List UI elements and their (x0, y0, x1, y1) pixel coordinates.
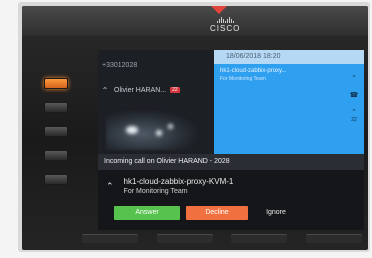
caller-team: For Monitoring Team (123, 188, 188, 195)
softkey-bar: Answer Decline Ignore (98, 202, 364, 230)
notification-icons: ⌃ ☎ ⌃ 22 (348, 74, 360, 132)
notification-title: hk1-cloud-zabbix-proxy... (220, 68, 287, 74)
line-button-4[interactable] (44, 150, 68, 161)
notification-subtitle: For Monitoring Team (220, 76, 266, 82)
physical-softkey-4[interactable] (305, 234, 362, 243)
decline-button[interactable]: Decline (186, 206, 248, 220)
own-number: +33012028 (102, 62, 138, 69)
physical-softkey-1[interactable] (82, 234, 138, 243)
cisco-phone: CISCO +33012028 ⌃ Olivier HARAN... 22 18… (22, 6, 368, 250)
screen-glare (106, 110, 198, 150)
line-badge: 22 (170, 87, 180, 93)
answer-button[interactable]: Answer (114, 206, 180, 220)
physical-softkey-2[interactable] (156, 234, 213, 243)
line-button-3[interactable] (44, 126, 68, 137)
incoming-caller: ⌃ hk1-cloud-zabbix-proxy-KVM-1 For Monit… (106, 174, 356, 198)
cisco-wordmark: CISCO (210, 24, 241, 33)
user-icon: ⌃ (351, 109, 357, 116)
line-button-2[interactable] (44, 102, 68, 113)
incoming-call-banner: Incoming call on Olivier HARAND - 2028 (98, 154, 364, 170)
phone-screen: +33012028 ⌃ Olivier HARAN... 22 18/06/20… (98, 50, 364, 230)
line-contact-name: Olivier HARAN... (114, 86, 167, 94)
line-button-1[interactable] (44, 78, 68, 89)
physical-softkeys (82, 234, 362, 248)
physical-softkey-3[interactable] (231, 234, 288, 243)
notification-card[interactable]: hk1-cloud-zabbix-proxy... For Monitoring… (220, 68, 345, 94)
cisco-bars-icon (210, 17, 240, 23)
phone-top-bezel: CISCO (22, 6, 368, 36)
line-button-5[interactable] (44, 174, 68, 185)
phone-icon: ☎ (349, 92, 359, 99)
user-icon: ⌃ (106, 180, 114, 191)
notification-panel[interactable]: 18/06/2018 18:20 hk1-cloud-zabbix-proxy.… (214, 50, 364, 154)
caller-name: hk1-cloud-zabbix-proxy-KVM-1 (123, 177, 234, 186)
red-marker-icon (209, 6, 229, 14)
line-item-olivier[interactable]: ⌃ Olivier HARAN... 22 (100, 82, 212, 98)
user-icon: ⌃ (101, 85, 109, 95)
notification-count: 22 (351, 117, 357, 123)
cisco-logo: CISCO (210, 17, 240, 33)
line-panel: +33012028 ⌃ Olivier HARAN... 22 (98, 50, 214, 154)
user-icon: ⌃ (351, 75, 357, 82)
ignore-button[interactable]: Ignore (256, 206, 296, 220)
notification-datetime: 18/06/2018 18:20 (214, 50, 364, 64)
